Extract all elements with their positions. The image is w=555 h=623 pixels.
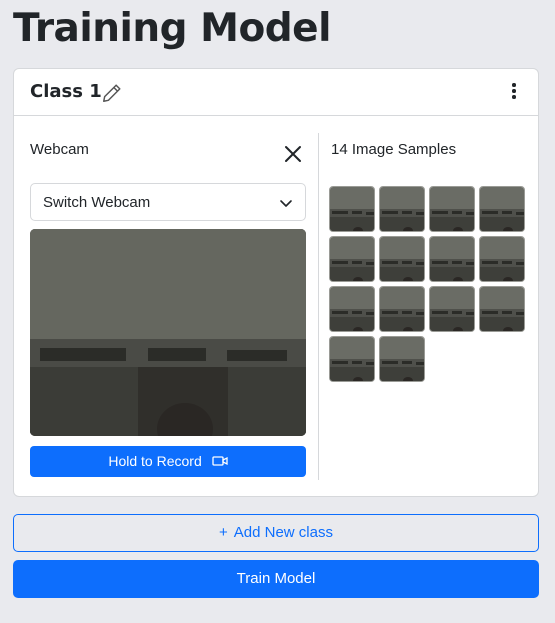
sample-thumbnail[interactable]: [479, 286, 525, 332]
sample-thumbnail[interactable]: [429, 186, 475, 232]
card-header: Class 1: [14, 69, 538, 116]
close-icon[interactable]: [282, 143, 304, 165]
image-samples-label: 14 Image Samples: [331, 141, 457, 158]
sample-thumbnail[interactable]: [379, 186, 425, 232]
sample-thumbnail[interactable]: [329, 336, 375, 382]
column-divider: [318, 133, 319, 480]
class-name[interactable]: Class 1: [30, 81, 102, 102]
hold-to-record-button[interactable]: Hold to Record: [30, 446, 306, 477]
sample-thumbnail[interactable]: [479, 236, 525, 282]
sample-thumbnail[interactable]: [329, 286, 375, 332]
train-model-button[interactable]: Train Model: [13, 560, 539, 598]
sample-thumbnail[interactable]: [329, 186, 375, 232]
hold-to-record-label: Hold to Record: [108, 453, 202, 469]
sample-thumbnail[interactable]: [379, 286, 425, 332]
sample-thumbnail[interactable]: [429, 236, 475, 282]
video-camera-icon: [211, 456, 228, 466]
plus-icon: +: [219, 524, 228, 541]
pencil-icon[interactable]: [101, 82, 123, 104]
class-card: Class 1 Webcam Switch Webcam Hold to Rec…: [13, 68, 539, 497]
sample-thumbnail[interactable]: [379, 336, 425, 382]
webcam-label: Webcam: [30, 141, 89, 158]
add-new-class-label: Add New class: [233, 524, 333, 541]
chevron-down-icon: [280, 200, 292, 207]
sample-thumbnail[interactable]: [379, 236, 425, 282]
train-model-label: Train Model: [236, 570, 316, 587]
switch-webcam-select[interactable]: Switch Webcam: [30, 183, 306, 221]
sample-thumbnail[interactable]: [429, 286, 475, 332]
sample-thumbnail[interactable]: [329, 236, 375, 282]
add-new-class-button[interactable]: + Add New class: [13, 514, 539, 552]
switch-webcam-value: Switch Webcam: [43, 194, 151, 211]
page-title: Training Model: [13, 6, 331, 51]
sample-thumbnail[interactable]: [479, 186, 525, 232]
webcam-preview: [30, 229, 306, 436]
kebab-menu-icon[interactable]: [510, 83, 518, 103]
